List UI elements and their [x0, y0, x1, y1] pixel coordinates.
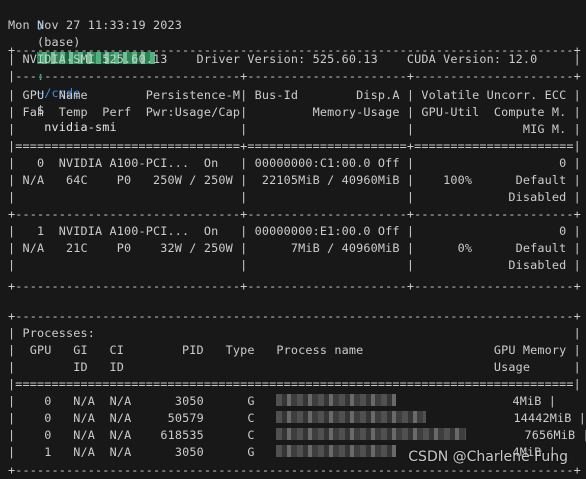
- csdn-watermark: CSDN @Charlene Fung: [408, 449, 568, 465]
- prompt-line: ❯ (base) : ~/code $ nvidia-smi: [8, 0, 156, 134]
- redacted-process-name: [276, 394, 397, 406]
- smi-double-separator: |===============================+=======…: [8, 139, 581, 153]
- process-row: | 0 N/A N/A 3050 G 4MiB |: [8, 394, 556, 408]
- process-type: C: [247, 411, 255, 425]
- process-memory: 14442MiB: [513, 411, 572, 425]
- gpu-0-row-2: | N/A 64C P0 250W / 250W | 22105MiB / 40…: [8, 173, 581, 187]
- process-gpu: 0: [44, 411, 52, 425]
- process-pid: 3050: [174, 445, 204, 459]
- process-ci: N/A: [109, 445, 132, 459]
- process-type: G: [247, 445, 255, 459]
- processes-top-border: +---------------------------------------…: [8, 309, 581, 323]
- processes-header-2: | ID ID Usage |: [8, 360, 581, 374]
- processes-title: | Processes: |: [8, 326, 581, 340]
- process-gi: N/A: [73, 428, 96, 442]
- process-memory: 4MiB: [512, 394, 542, 408]
- process-gi: N/A: [73, 445, 96, 459]
- gpu-1-row-2: | N/A 21C P0 32W / 250W | 7MiB / 40960Mi…: [8, 241, 581, 255]
- process-gi: N/A: [73, 411, 96, 425]
- smi-separator: |-------------------------------+-------…: [8, 69, 581, 83]
- process-gpu: 1: [44, 445, 52, 459]
- process-pid: 618535: [160, 428, 204, 442]
- process-type: C: [247, 428, 255, 442]
- process-memory: 7656MiB: [524, 428, 576, 442]
- redacted-process-name: [276, 428, 467, 440]
- processes-header-1: | GPU GI CI PID Type Process name GPU Me…: [8, 343, 581, 357]
- gpu-0-row-3: | | | Disabled |: [8, 190, 581, 204]
- process-pid: 50579: [167, 411, 204, 425]
- process-row: | 0 N/A N/A 618535 C 7656MiB |: [8, 428, 586, 442]
- process-ci: N/A: [109, 428, 132, 442]
- timestamp: Mon Nov 27 11:33:19 2023: [8, 18, 183, 32]
- gpu-0-row-1: | 0 NVIDIA A100-PCI... On | 00000000:C1:…: [8, 156, 581, 170]
- process-pid: 3050: [174, 394, 204, 408]
- process-row: | 0 N/A N/A 50579 C 14442MiB |: [8, 411, 586, 425]
- terminal-window[interactable]: ❯ (base) : ~/code $ nvidia-smi Mon Nov 2…: [0, 0, 586, 477]
- process-ci: N/A: [109, 394, 132, 408]
- redacted-process-name: [276, 445, 397, 457]
- processes-double-separator: |=======================================…: [8, 377, 581, 391]
- process-gi: N/A: [73, 394, 96, 408]
- process-ci: N/A: [109, 411, 132, 425]
- gpu-bottom-border: +-------------------------------+-------…: [8, 279, 581, 293]
- gpu-1-row-1: | 1 NVIDIA A100-PCI... On | 00000000:E1:…: [8, 224, 581, 238]
- process-gpu: 0: [44, 394, 52, 408]
- redacted-process-name: [276, 411, 427, 423]
- smi-column-header-1: | GPU Name Persistence-M| Bus-Id Disp.A …: [8, 88, 581, 102]
- gpu-separator: +-------------------------------+-------…: [8, 207, 581, 221]
- smi-column-header-2: | Fan Temp Perf Pwr:Usage/Cap| Memory-Us…: [8, 105, 581, 119]
- smi-version-line: | NVIDIA-SMI 525.60.13 Driver Version: 5…: [8, 52, 581, 66]
- process-type: G: [247, 394, 255, 408]
- process-gpu: 0: [44, 428, 52, 442]
- smi-column-header-3: | | | MIG M. |: [8, 122, 581, 136]
- gpu-1-row-3: | | | Disabled |: [8, 258, 581, 272]
